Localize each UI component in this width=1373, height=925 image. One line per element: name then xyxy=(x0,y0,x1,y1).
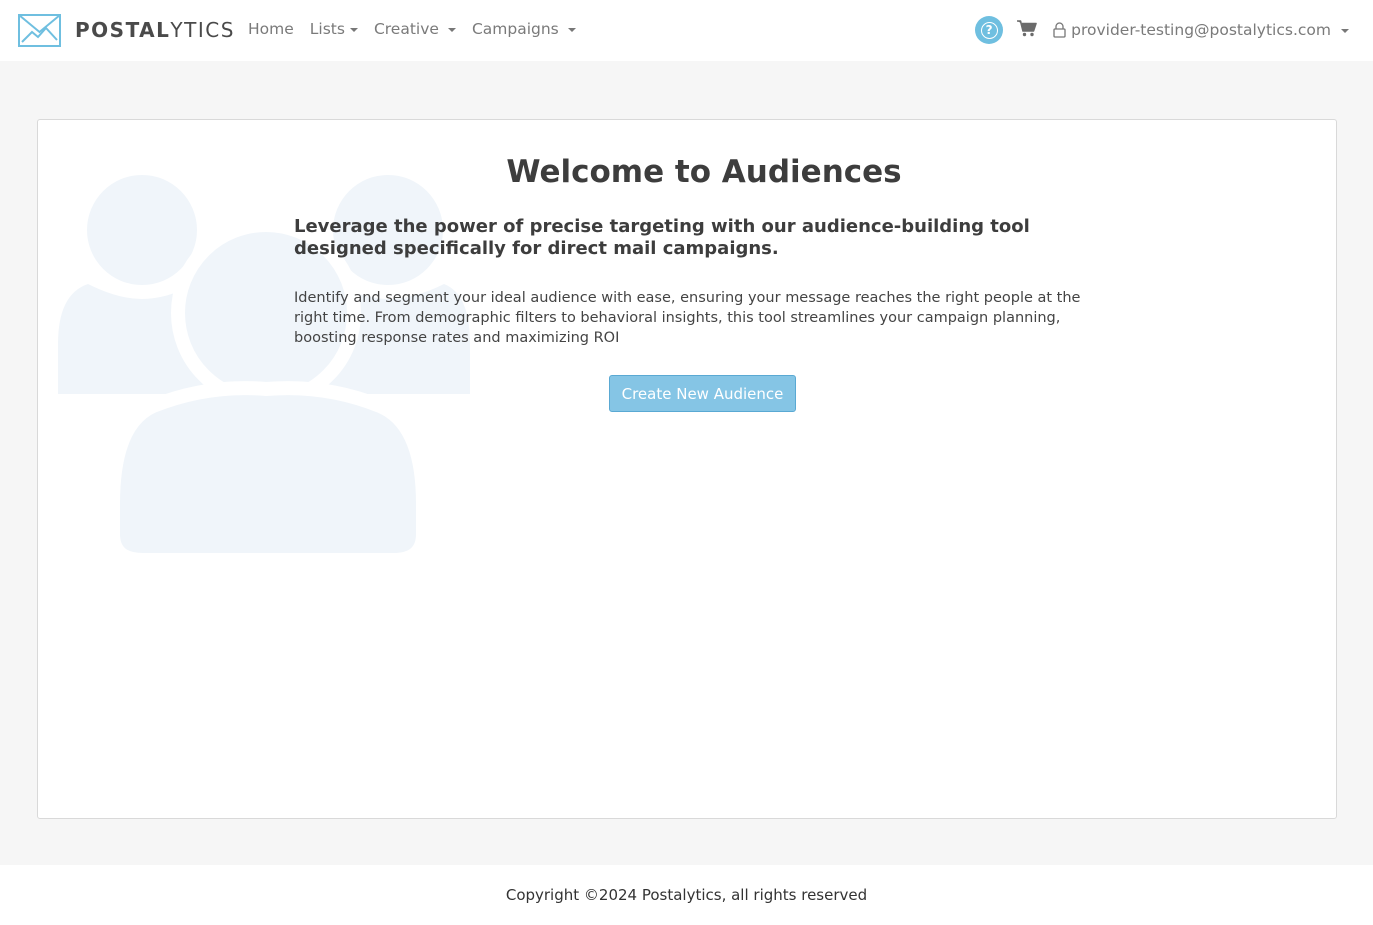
envelope-chart-icon xyxy=(18,13,61,47)
chevron-down-icon xyxy=(349,28,358,32)
top-navbar: POSTALYTICS Home Lists Creative Campaign… xyxy=(0,0,1373,61)
chevron-down-icon xyxy=(567,28,576,32)
brand-name-bold: POSTAL xyxy=(75,18,171,42)
nav-creative-label: Creative xyxy=(373,20,439,38)
page-description: Identify and segment your ideal audience… xyxy=(294,290,1081,346)
nav-home-label: Home xyxy=(248,20,294,38)
chevron-down-icon xyxy=(447,28,456,32)
user-menu[interactable]: provider-testing@postalytics.com xyxy=(1053,21,1349,39)
copyright-text: Copyright ©2024 Postalytics, all rights … xyxy=(505,886,868,904)
nav-campaigns-label: Campaigns xyxy=(471,20,559,38)
user-email: provider-testing@postalytics.com xyxy=(1071,21,1331,39)
nav-campaigns[interactable]: Campaigns xyxy=(472,20,576,38)
nav-home[interactable]: Home xyxy=(248,20,294,38)
nav-lists-label: Lists xyxy=(309,20,345,38)
nav-right: ? provider-testing@postalytics.com xyxy=(975,15,1349,45)
brand-name-light: YTICS xyxy=(170,18,235,42)
main-nav: Home Lists Creative Campaigns xyxy=(248,18,592,40)
create-new-audience-button[interactable]: Create New Audience xyxy=(609,375,796,412)
question-circle-icon: ? xyxy=(980,21,998,39)
brand-logo[interactable]: POSTALYTICS xyxy=(18,13,235,47)
page-subtitle: Leverage the power of precise targeting … xyxy=(294,216,1030,259)
audiences-welcome-card: Welcome to Audiences Leverage the power … xyxy=(37,119,1337,819)
welcome-content: Welcome to Audiences Leverage the power … xyxy=(294,150,1114,348)
brand-name: POSTALYTICS xyxy=(75,18,235,42)
nav-lists[interactable]: Lists xyxy=(310,20,358,38)
page-title: Welcome to Audiences xyxy=(506,154,902,190)
footer: Copyright ©2024 Postalytics, all rights … xyxy=(0,865,1373,925)
chevron-down-icon xyxy=(1341,29,1349,33)
cart-button[interactable] xyxy=(1017,19,1037,41)
nav-creative[interactable]: Creative xyxy=(374,20,456,38)
help-button[interactable]: ? xyxy=(975,16,1004,44)
shopping-cart-icon xyxy=(1017,19,1037,41)
lock-icon xyxy=(1053,22,1066,38)
